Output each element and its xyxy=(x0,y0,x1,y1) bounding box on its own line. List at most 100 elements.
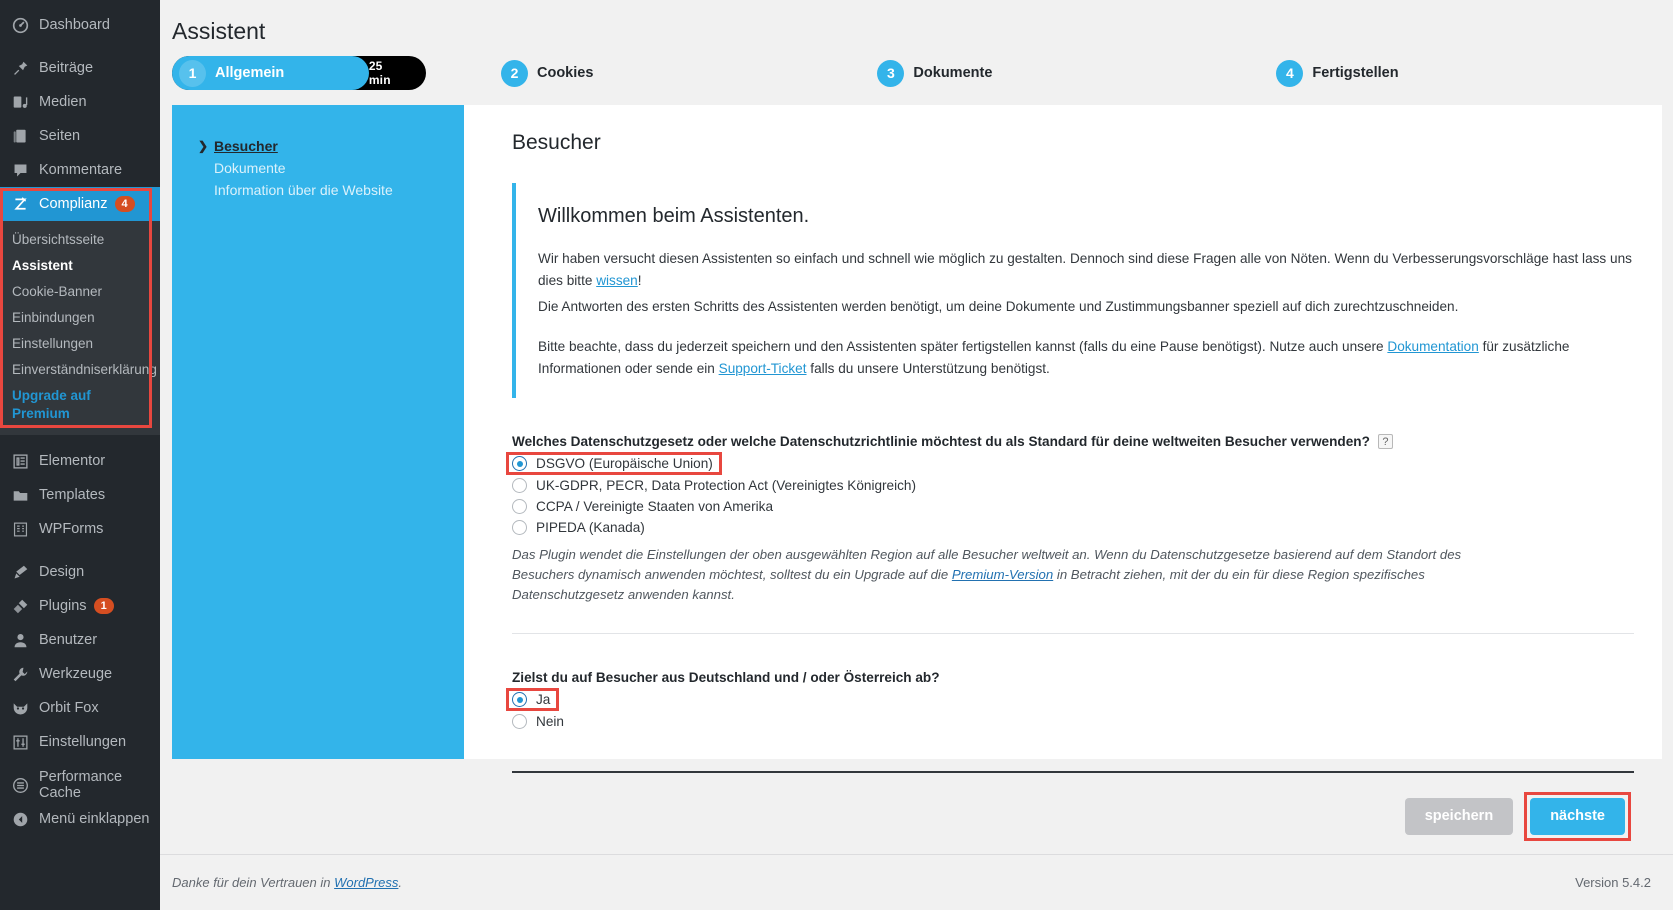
sidebar-item-label: Benutzer xyxy=(39,632,98,648)
wordpress-admin-screen: Dashboard Beiträge Medien Seiten Komment xyxy=(0,0,1673,910)
wizard-button-row: speichern nächste xyxy=(512,792,1634,841)
radio-button[interactable] xyxy=(512,499,527,514)
wizard-step-4[interactable]: 4 Fertigstellen xyxy=(1276,59,1399,87)
wpforms-icon xyxy=(10,519,30,539)
footer-thanks-a: Danke für dein Vertrauen in xyxy=(172,875,335,890)
intro-p3-text-c: falls du unsere Unterstützung benötigst. xyxy=(806,361,1050,376)
users-icon xyxy=(10,630,30,650)
radio-option-nein[interactable]: Nein xyxy=(512,714,564,729)
step-number: 4 xyxy=(1276,59,1304,87)
radio-label: Ja xyxy=(536,692,551,707)
section-title: Besucher xyxy=(512,131,601,154)
submenu-item-upgrade-premium[interactable]: Upgrade auf Premium xyxy=(0,383,160,427)
intro-p1-text-b: ! xyxy=(637,273,642,288)
sidebar-item-templates[interactable]: Templates xyxy=(0,478,160,512)
sidebar-item-plugins[interactable]: Plugins 1 xyxy=(0,589,160,623)
sidebar-item-pages[interactable]: Seiten xyxy=(0,119,160,153)
appearance-brush-icon xyxy=(10,562,30,582)
question-2-label: Zielst du auf Besucher aus Deutschland u… xyxy=(512,670,940,685)
intro-paragraph-3: Bitte beachte, dass du jederzeit speiche… xyxy=(538,336,1634,380)
complianz-submenu: Übersichtsseite Assistent Cookie-Banner … xyxy=(0,221,160,435)
elementor-icon xyxy=(10,451,30,471)
plugins-plug-icon xyxy=(10,596,30,616)
radio-button[interactable] xyxy=(512,714,527,729)
complianz-z-icon xyxy=(10,194,30,214)
next-button[interactable]: nächste xyxy=(1530,798,1625,835)
dokumentation-link[interactable]: Dokumentation xyxy=(1387,339,1478,354)
sidebar-item-elementor[interactable]: Elementor xyxy=(0,444,160,478)
premium-version-link[interactable]: Premium-Version xyxy=(952,567,1053,582)
dashboard-icon xyxy=(10,15,30,35)
wizard-step-2[interactable]: 2 Cookies xyxy=(501,59,593,87)
settings-sliders-icon xyxy=(10,732,30,752)
sidebar-item-label: Seiten xyxy=(39,128,81,144)
section-divider xyxy=(512,633,1634,634)
radio-option-pipeda[interactable]: PIPEDA (Kanada) xyxy=(512,520,645,535)
submenu-item-assistent[interactable]: Assistent xyxy=(0,253,160,279)
radio-button[interactable] xyxy=(512,520,527,535)
save-button[interactable]: speichern xyxy=(1404,798,1514,835)
submenu-item-einverstaendniserklaerung[interactable]: Einverständniserklärung xyxy=(0,357,160,383)
sidebar-item-media[interactable]: Medien xyxy=(0,85,160,119)
sidebar-item-wpforms[interactable]: WPForms xyxy=(0,512,160,546)
pages-icon xyxy=(10,126,30,146)
wizard-panel: Besucher Dokumente Information über die … xyxy=(172,105,1662,841)
wordpress-version: Version 5.4.2 xyxy=(1575,875,1651,890)
sidebar-item-settings[interactable]: Einstellungen xyxy=(0,725,160,759)
radio-option-dsgvo[interactable]: DSGVO (Europäische Union) xyxy=(506,452,722,475)
intro-p3-text-a: Bitte beachte, dass du jederzeit speiche… xyxy=(538,339,1388,354)
wizard-step-3[interactable]: 3 Dokumente xyxy=(877,59,992,87)
sidebar-item-tools[interactable]: Werkzeuge xyxy=(0,657,160,691)
wizard-nav-dokumente[interactable]: Dokumente xyxy=(198,157,464,179)
step-number: 3 xyxy=(877,59,905,87)
submenu-item-cookie-banner[interactable]: Cookie-Banner xyxy=(0,279,160,305)
submenu-item-uebersichtsseite[interactable]: Übersichtsseite xyxy=(0,227,160,253)
wordpress-link[interactable]: WordPress xyxy=(334,875,398,890)
radio-button[interactable] xyxy=(512,692,527,707)
sidebar-item-dashboard[interactable]: Dashboard xyxy=(0,8,160,42)
footer-thanks: Danke für dein Vertrauen in WordPress. xyxy=(172,875,402,890)
complianz-badge-count: 4 xyxy=(114,196,135,212)
radio-option-ja[interactable]: Ja xyxy=(505,688,560,711)
radio-label: PIPEDA (Kanada) xyxy=(536,520,645,535)
sidebar-item-performance-cache[interactable]: Performance Cache xyxy=(0,768,160,802)
footer-thanks-b: . xyxy=(398,875,403,890)
radio-button[interactable] xyxy=(512,456,527,471)
sidebar-item-label: Design xyxy=(39,564,85,580)
sidebar-item-orbit-fox[interactable]: Orbit Fox xyxy=(0,691,160,725)
wizard-steps: 1 Allgemein 25 min 2 Cookies 3 Dokumente… xyxy=(172,53,1673,93)
sidebar-item-complianz[interactable]: Complianz 4 xyxy=(0,187,168,221)
wizard-nav-besucher[interactable]: Besucher xyxy=(198,135,464,157)
folder-icon xyxy=(10,485,30,505)
sidebar-item-comments[interactable]: Kommentare xyxy=(0,153,160,187)
plugins-badge-count: 1 xyxy=(93,598,114,614)
submenu-item-einbindungen[interactable]: Einbindungen xyxy=(0,305,160,331)
wizard-nav-information-website[interactable]: Information über die Website xyxy=(198,179,464,201)
media-icon xyxy=(10,92,30,112)
help-icon[interactable]: ? xyxy=(1377,434,1393,449)
sidebar-item-label: Kommentare xyxy=(39,162,123,178)
sidebar-item-design[interactable]: Design xyxy=(0,555,160,589)
admin-footer: Danke für dein Vertrauen in WordPress. V… xyxy=(160,854,1673,910)
main-area: Assistent 1 Allgemein 25 min 2 Cookies 3… xyxy=(160,0,1673,910)
radio-button[interactable] xyxy=(512,478,527,493)
sidebar-item-users[interactable]: Benutzer xyxy=(0,623,160,657)
sidebar-collapse-menu[interactable]: Menü einklappen xyxy=(0,802,160,836)
wissen-link[interactable]: wissen xyxy=(596,273,638,288)
support-ticket-link[interactable]: Support-Ticket xyxy=(719,361,807,376)
radio-label: DSGVO (Europäische Union) xyxy=(536,456,713,471)
orbit-fox-icon xyxy=(10,698,30,718)
question-1-label-row: Welches Datenschutzgesetz oder welche Da… xyxy=(512,434,1634,449)
wizard-step-1[interactable]: 1 Allgemein 25 min xyxy=(172,56,426,90)
radio-label: CCPA / Vereinigte Staaten von Amerika xyxy=(536,499,774,514)
sidebar-item-label: Plugins xyxy=(39,598,87,614)
question-1-note: Das Plugin wendet die Einstellungen der … xyxy=(512,545,1512,605)
wizard-content: Besucher Willkommen beim Assistenten. Wi… xyxy=(464,105,1662,841)
submenu-item-einstellungen[interactable]: Einstellungen xyxy=(0,331,160,357)
radio-option-uk-gdpr[interactable]: UK-GDPR, PECR, Data Protection Act (Vere… xyxy=(512,478,916,493)
radio-option-ccpa[interactable]: CCPA / Vereinigte Staaten von Amerika xyxy=(512,499,773,514)
comments-icon xyxy=(10,160,30,180)
question-datenschutzgesetz: Welches Datenschutzgesetz oder welche Da… xyxy=(506,434,1634,605)
sidebar-item-posts[interactable]: Beiträge xyxy=(0,51,160,85)
question-2-label-row: Zielst du auf Besucher aus Deutschland u… xyxy=(512,670,1634,685)
